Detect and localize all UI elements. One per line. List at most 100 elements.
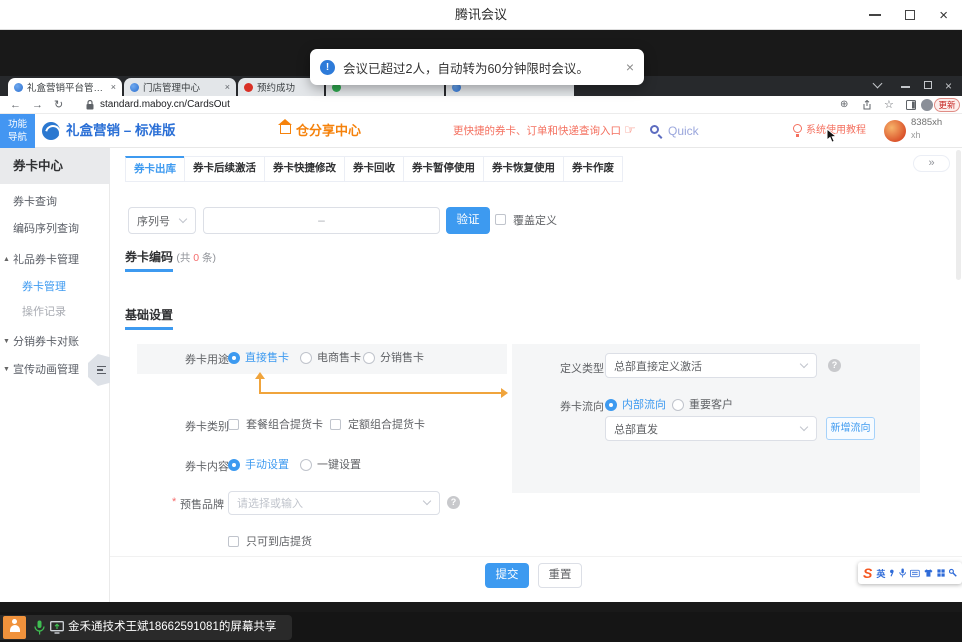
codes-count: (共 0 条) xyxy=(176,252,216,264)
microphone-icon xyxy=(34,620,45,635)
tab-card-outbound[interactable]: 券卡出库 xyxy=(125,156,185,182)
update-button[interactable]: 更新 xyxy=(934,98,960,112)
tab-search-chevron-icon[interactable] xyxy=(873,79,883,89)
sidebar-item-card-query[interactable]: 券卡查询 xyxy=(0,190,110,214)
menu-bars-icon xyxy=(97,366,106,374)
content-radio-manual[interactable] xyxy=(228,459,240,471)
ime-settings-icon[interactable] xyxy=(949,568,957,578)
content-option-manual[interactable]: 手动设置 xyxy=(245,457,289,473)
tab-close-icon[interactable]: × xyxy=(111,82,116,92)
flow-radio-vip[interactable] xyxy=(672,399,684,411)
chevron-down-icon xyxy=(179,214,187,222)
usage-radio-ecommerce[interactable] xyxy=(300,352,312,364)
nav-toggle-button[interactable]: 功能 导航 xyxy=(0,114,35,148)
usage-label: 券卡用途 xyxy=(185,351,229,367)
ime-language-mode[interactable]: 英 xyxy=(876,567,885,580)
bookmark-star-icon[interactable]: ☆ xyxy=(884,96,894,114)
ime-toolbox-icon[interactable] xyxy=(937,568,945,578)
collapse-up-icon: ▲ xyxy=(3,248,10,272)
flow-radio-internal[interactable] xyxy=(605,399,617,411)
brand-select[interactable]: 请选择或输入 xyxy=(228,491,440,515)
tab-card-followup-activate[interactable]: 券卡后续激活 xyxy=(184,156,265,182)
tab-close-icon[interactable]: × xyxy=(225,82,230,92)
serial-range-input[interactable]: – xyxy=(203,207,440,234)
shared-screen-stage: 礼盒营销平台管理中心 × 门店管理中心 × 预约成功 xyxy=(0,30,962,612)
usage-radio-distribution[interactable] xyxy=(363,352,375,364)
sidebar-item-code-sequence-query[interactable]: 编码序列查询 xyxy=(0,217,110,241)
store-only-checkbox[interactable] xyxy=(228,536,239,547)
ime-keyboard-icon[interactable] xyxy=(910,569,920,578)
define-type-select[interactable]: 总部直接定义激活 xyxy=(605,353,817,378)
usage-option-ecommerce[interactable]: 电商售卡 xyxy=(317,350,361,366)
sidebar-item-operation-log[interactable]: 操作记录 xyxy=(0,300,110,324)
define-type-help-icon[interactable]: ? xyxy=(828,359,841,372)
tab-card-void[interactable]: 券卡作废 xyxy=(563,156,623,182)
browser-tab[interactable]: 门店管理中心 × xyxy=(124,78,236,96)
tab-card-suspend[interactable]: 券卡暂停使用 xyxy=(403,156,484,182)
notification-close-icon[interactable]: × xyxy=(626,59,634,75)
content-radio-onekey[interactable] xyxy=(300,459,312,471)
ime-punctuation-icon[interactable] xyxy=(889,568,895,578)
quick-search-link[interactable]: Quick xyxy=(668,114,699,148)
flow-option-internal[interactable]: 内部流向 xyxy=(622,397,666,413)
browser-close-icon[interactable]: × xyxy=(945,81,952,91)
flow-option-vip[interactable]: 重要客户 xyxy=(689,397,733,413)
add-flow-button[interactable]: 新增流向 xyxy=(826,417,875,440)
sidebar-group-label: 宣传动画管理 xyxy=(13,364,79,376)
ime-toolbar[interactable]: S 英 xyxy=(858,562,962,584)
store-only-label[interactable]: 只可到店提货 xyxy=(246,534,312,550)
tab-card-quick-modify[interactable]: 券卡快捷修改 xyxy=(264,156,345,182)
page-scrollbar[interactable] xyxy=(956,150,961,280)
category-checkbox-combo[interactable] xyxy=(228,419,239,430)
brand-help-icon[interactable]: ? xyxy=(447,496,460,509)
minimize-icon[interactable] xyxy=(869,14,881,16)
user-avatar[interactable] xyxy=(884,120,906,142)
sidebar-group-gift-card-mgmt[interactable]: ▲礼品券卡管理 xyxy=(0,248,110,272)
usage-option-distribution[interactable]: 分销售卡 xyxy=(380,350,424,366)
back-icon[interactable]: ← xyxy=(10,96,21,114)
share-center-link[interactable]: 仓分享中心 xyxy=(296,114,361,148)
serial-type-select[interactable]: 序列号 xyxy=(128,207,196,234)
ime-skin-icon[interactable] xyxy=(924,568,933,578)
content-option-onekey[interactable]: 一键设置 xyxy=(317,457,361,473)
ime-mic-icon[interactable] xyxy=(899,567,906,579)
url-field[interactable]: standard.maboy.cn/CardsOut xyxy=(100,96,230,114)
profile-avatar-icon[interactable] xyxy=(921,99,933,111)
usage-option-direct-sale[interactable]: 直接售卡 xyxy=(245,350,289,366)
usage-radio-direct-sale[interactable] xyxy=(228,352,240,364)
share-icon[interactable] xyxy=(862,100,872,110)
tab-card-recycle[interactable]: 券卡回收 xyxy=(344,156,404,182)
refresh-icon[interactable]: ↻ xyxy=(54,96,63,114)
person-icon xyxy=(10,619,20,629)
browser-tab-label: 门店管理中心 xyxy=(143,80,200,94)
browser-maximize-icon[interactable] xyxy=(924,81,932,89)
forward-icon[interactable]: → xyxy=(32,96,43,114)
side-panel-icon[interactable] xyxy=(906,100,916,110)
zoom-icon[interactable]: ⊕ xyxy=(840,96,848,114)
reset-button[interactable]: 重置 xyxy=(538,563,582,588)
category-option-fixed[interactable]: 定额组合提货卡 xyxy=(348,417,425,433)
override-label: 覆盖定义 xyxy=(513,213,557,229)
define-type-label: 定义类型 xyxy=(560,360,604,376)
category-option-combo[interactable]: 套餐组合提货卡 xyxy=(246,417,323,433)
submit-button[interactable]: 提交 xyxy=(485,563,529,588)
override-checkbox[interactable] xyxy=(495,214,506,225)
browser-minimize-icon[interactable] xyxy=(901,86,910,88)
collapse-down-icon: ▼ xyxy=(3,330,10,354)
basic-section-title: 基础设置 xyxy=(125,306,173,323)
sidebar-item-card-mgmt-active[interactable]: 券卡管理 xyxy=(0,275,110,299)
flow-select[interactable]: 总部直发 xyxy=(605,416,817,441)
sidebar-group-distribution-recon[interactable]: ▼分销券卡对账 xyxy=(0,330,110,354)
verify-button[interactable]: 验证 xyxy=(446,207,490,234)
close-icon[interactable]: × xyxy=(939,8,948,23)
maximize-icon[interactable] xyxy=(905,10,915,20)
meeting-notification: ! 会议已超过2人，自动转为60分钟限时会议。 × xyxy=(310,49,644,85)
tab-card-resume[interactable]: 券卡恢复使用 xyxy=(483,156,564,182)
category-checkbox-fixed[interactable] xyxy=(330,419,341,430)
search-icon[interactable] xyxy=(650,125,659,134)
browser-tab-active[interactable]: 礼盒营销平台管理中心 × xyxy=(8,78,122,96)
sogou-logo-icon[interactable]: S xyxy=(863,566,872,580)
promo-link[interactable]: 更快捷的券卡、订单和快递查询入口 xyxy=(453,114,621,148)
sidebar-header: 券卡中心 xyxy=(0,148,110,184)
more-tabs-button[interactable]: » xyxy=(913,155,950,172)
